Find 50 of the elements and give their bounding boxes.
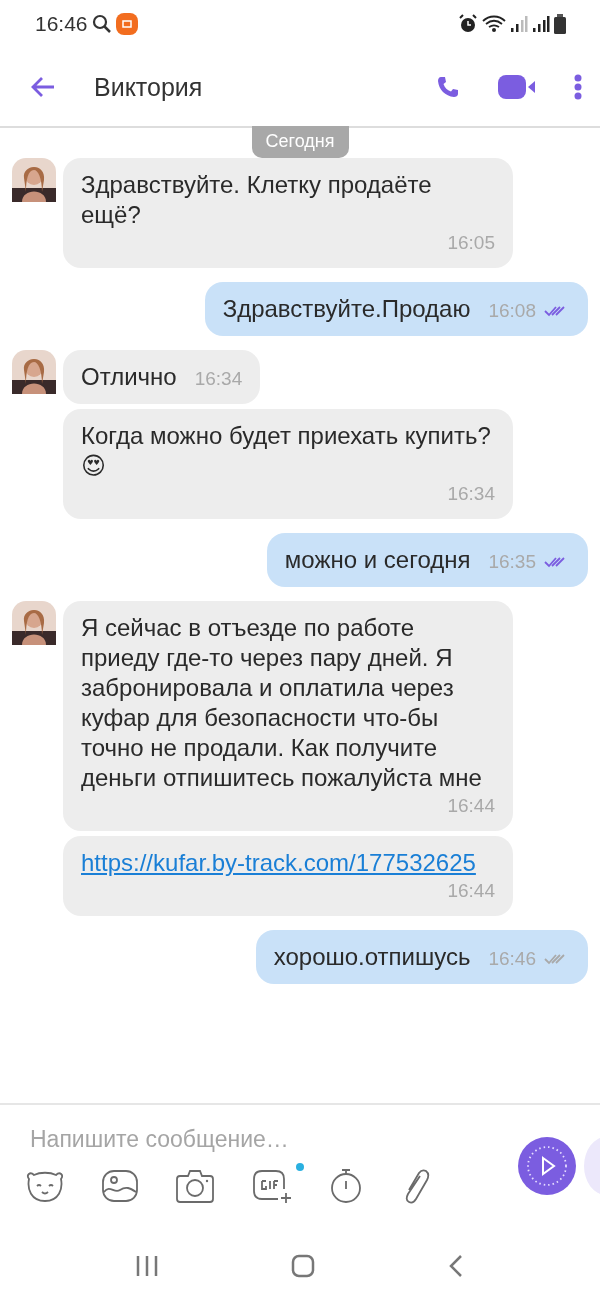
message-time: 16:46 — [488, 947, 536, 971]
signal-icon — [532, 15, 550, 33]
avatar — [12, 601, 56, 645]
avatar — [12, 350, 56, 394]
chevron-left-icon — [447, 1254, 464, 1278]
read-ticks-icon — [544, 556, 566, 568]
search-icon — [91, 14, 112, 34]
message-text: Когда можно будет приехать купить? 😍 — [81, 421, 492, 481]
rounded-square-icon — [291, 1254, 315, 1278]
message-time: 16:44 — [447, 879, 495, 903]
gif-plus-icon — [252, 1169, 292, 1203]
message-text: хорошо.отпишусь — [273, 942, 471, 972]
clock-time: 16:46 — [35, 12, 88, 36]
message-time: 16:34 — [194, 367, 243, 391]
sticker-button[interactable] — [26, 1169, 64, 1203]
message-text: Я сейчас в отъезде по работе приеду где-то через пару дней. Я забронировала и оплатила через куфар для безопасности что-бы точно не продали. Как получите деньги отпишитесь пожалуйста мне — [81, 613, 483, 793]
stopwatch-icon — [330, 1168, 362, 1204]
camera-button[interactable] — [176, 1169, 214, 1203]
gallery-button[interactable] — [102, 1170, 138, 1202]
message-text: Здравствуйте. Клетку продаёте ещё? — [81, 170, 433, 230]
message-link[interactable]: https://kufar.by-track.com/177532625 — [81, 848, 476, 878]
app-notification-icon — [115, 13, 138, 35]
contact-name: Виктория — [94, 72, 204, 102]
video-camera-icon — [498, 75, 536, 99]
message-time: 16:05 — [447, 231, 495, 255]
avatar — [12, 158, 56, 202]
more-vertical-icon — [574, 74, 582, 100]
play-icon — [525, 1144, 569, 1188]
signal-icon — [510, 15, 528, 33]
timer-button[interactable] — [330, 1168, 362, 1204]
back-arrow-icon — [30, 76, 56, 98]
message-time: 16:34 — [447, 482, 495, 506]
message-text: можно и сегодня — [284, 545, 471, 575]
image-icon — [102, 1170, 138, 1202]
message-time: 16:35 — [488, 550, 536, 574]
battery-icon — [554, 14, 566, 34]
message-time: 16:44 — [447, 794, 495, 818]
bear-face-icon — [26, 1169, 64, 1203]
date-label: Сегодня — [251, 126, 349, 158]
three-bars-icon — [136, 1255, 159, 1277]
message-text: Отлично — [81, 362, 177, 392]
message-time: 16:08 — [488, 299, 536, 323]
message-text: Здравствуйте.Продаю — [222, 294, 471, 324]
delivered-ticks-icon — [544, 953, 566, 965]
wifi-icon — [482, 15, 506, 33]
phone-icon — [436, 75, 460, 99]
send-button[interactable] — [518, 1137, 576, 1195]
camera-icon — [176, 1169, 214, 1203]
alarm-icon — [458, 14, 478, 34]
read-ticks-icon — [544, 305, 566, 317]
